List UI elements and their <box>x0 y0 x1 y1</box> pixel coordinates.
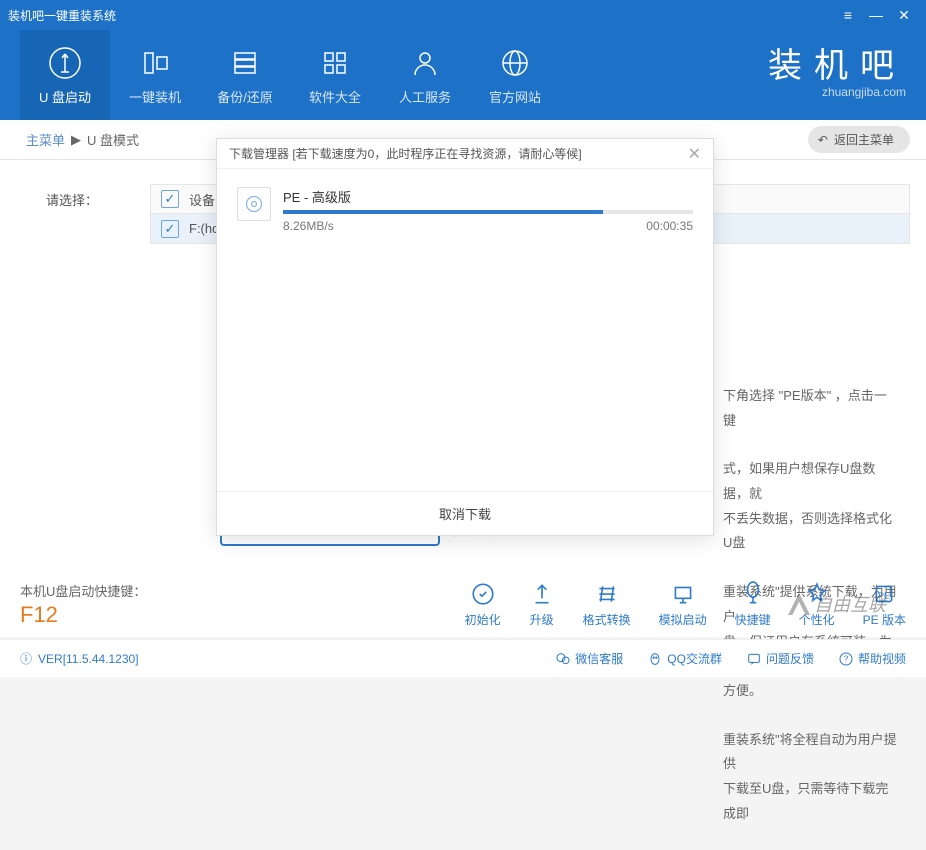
quick-actions-bar: 本机U盘启动快捷键： F12 初始化 升级 格式转换 模拟启动 快捷键 个性化 … <box>0 569 926 639</box>
footer-wechat[interactable]: 微信客服 <box>555 650 623 667</box>
quick-format[interactable]: 格式转换 <box>583 581 631 628</box>
checkbox-all[interactable]: ✓ <box>161 190 179 208</box>
breadcrumb-main[interactable]: 主菜单 <box>26 130 65 149</box>
globe-icon <box>497 45 533 81</box>
brand-logo: 装机吧 zhuangjiba.com <box>768 38 906 99</box>
footer-qq[interactable]: QQ交流群 <box>647 650 722 667</box>
progress-fill <box>283 210 603 214</box>
quickkey-value: F12 <box>20 602 146 628</box>
person-icon <box>407 45 443 81</box>
modal-header: 下载管理器 [若下载速度为0，此时程序正在寻找资源，请耐心等候] ✕ <box>217 139 713 169</box>
modal-title: 下载管理器 [若下载速度为0，此时程序正在寻找资源，请耐心等候] <box>229 145 582 162</box>
nav-label: 备份/还原 <box>217 87 273 106</box>
help-p1: 下角选择 "PE版本" ，点击一键 <box>723 384 898 433</box>
nav-label: U 盘启动 <box>39 87 91 106</box>
nav-one-click[interactable]: 一键装机 <box>110 30 200 120</box>
quick-label: 格式转换 <box>583 611 631 628</box>
help-p4b: 下载至U盘，只需等待下载完成即 <box>723 777 898 826</box>
cancel-download-button[interactable]: 取消下载 <box>217 491 713 535</box>
nav-usb-boot[interactable]: U 盘启动 <box>20 30 110 120</box>
quick-hotkey[interactable]: 快捷键 <box>735 581 771 628</box>
footer-help[interactable]: ? 帮助视频 <box>838 650 906 667</box>
computer-icon <box>137 45 173 81</box>
nav-backup[interactable]: 备份/还原 <box>200 30 290 120</box>
quick-custom[interactable]: 个性化 <box>799 581 835 628</box>
back-main-button[interactable]: ↶ 返回主菜单 <box>808 126 910 153</box>
footer-feedback[interactable]: 问题反馈 <box>746 650 814 667</box>
nav-label: 人工服务 <box>399 87 451 106</box>
nav-software[interactable]: 软件大全 <box>290 30 380 120</box>
nav-label: 官方网站 <box>489 87 541 106</box>
quick-upgrade[interactable]: 升级 <box>529 581 555 628</box>
version-text[interactable]: VER[11.5.44.1230] <box>38 652 139 666</box>
nav-label: 软件大全 <box>309 87 361 106</box>
top-nav: U 盘启动 一键装机 备份/还原 软件大全 人工服务 官方网站 装机吧 zhua… <box>0 30 926 120</box>
titlebar: 装机吧一键重装系统 ≡ — ✕ <box>0 0 926 30</box>
download-modal: 下载管理器 [若下载速度为0，此时程序正在寻找资源，请耐心等候] ✕ PE - … <box>216 138 714 536</box>
nav-label: 一键装机 <box>129 87 181 106</box>
quick-init[interactable]: 初始化 <box>465 581 501 628</box>
quick-label: 升级 <box>530 611 554 628</box>
close-icon[interactable]: ✕ <box>890 1 918 29</box>
app-title: 装机吧一键重装系统 <box>8 7 116 24</box>
modal-close-icon[interactable]: ✕ <box>688 144 701 164</box>
download-title: PE - 高级版 <box>283 187 693 206</box>
footer: ⓘ VER[11.5.44.1230] 微信客服 QQ交流群 问题反馈 ? 帮助视… <box>0 639 926 677</box>
download-time: 00:00:35 <box>646 219 693 233</box>
help-p2a: 式，如果用户想保存U盘数据，就 <box>723 457 898 506</box>
checkbox-row[interactable]: ✓ <box>161 220 179 238</box>
progress-bar <box>283 210 693 214</box>
disc-icon <box>237 187 271 221</box>
quick-pe-version[interactable]: PE PE 版本 <box>863 581 906 628</box>
nav-website[interactable]: 官方网站 <box>470 30 560 120</box>
download-speed: 8.26MB/s <box>283 219 334 233</box>
foot-label: 问题反馈 <box>766 650 814 667</box>
menu-icon[interactable]: ≡ <box>834 1 862 29</box>
quick-label: 初始化 <box>465 611 501 628</box>
breadcrumb-sep: ▶ <box>71 132 81 148</box>
select-label: 请选择： <box>46 190 98 209</box>
help-p3c: 方便。 <box>723 679 898 704</box>
cancel-label: 取消下载 <box>439 504 491 523</box>
quick-label: 个性化 <box>799 611 835 628</box>
quick-label: 模拟启动 <box>659 611 707 628</box>
server-icon <box>227 45 263 81</box>
foot-label: 帮助视频 <box>858 650 906 667</box>
back-arrow-icon: ↶ <box>818 133 828 147</box>
nav-support[interactable]: 人工服务 <box>380 30 470 120</box>
foot-label: 微信客服 <box>575 650 623 667</box>
quick-simulate[interactable]: 模拟启动 <box>659 581 707 628</box>
help-p4a: 重装系统"将全程自动为用户提供 <box>723 728 898 777</box>
svg-text:?: ? <box>844 654 849 663</box>
back-label: 返回主菜单 <box>834 131 894 148</box>
info-icon: ⓘ <box>20 650 32 667</box>
svg-text:PE: PE <box>879 590 891 600</box>
help-p2b: 不丢失数据，否则选择格式化U盘 <box>723 507 898 556</box>
foot-label: QQ交流群 <box>667 650 722 667</box>
usb-icon <box>47 45 83 81</box>
breadcrumb-sub: U 盘模式 <box>87 130 139 149</box>
device-name: F:(hd <box>189 221 219 236</box>
brand-cn: 装机吧 <box>768 38 906 87</box>
device-header-label: 设备 <box>189 190 215 209</box>
grid-icon <box>317 45 353 81</box>
quickkey-label: 本机U盘启动快捷键： <box>20 581 146 600</box>
minimize-icon[interactable]: — <box>862 1 890 29</box>
brand-en: zhuangjiba.com <box>768 85 906 99</box>
quick-label: PE 版本 <box>863 611 906 628</box>
download-item: PE - 高级版 8.26MB/s 00:00:35 <box>237 187 693 233</box>
quick-label: 快捷键 <box>735 611 771 628</box>
